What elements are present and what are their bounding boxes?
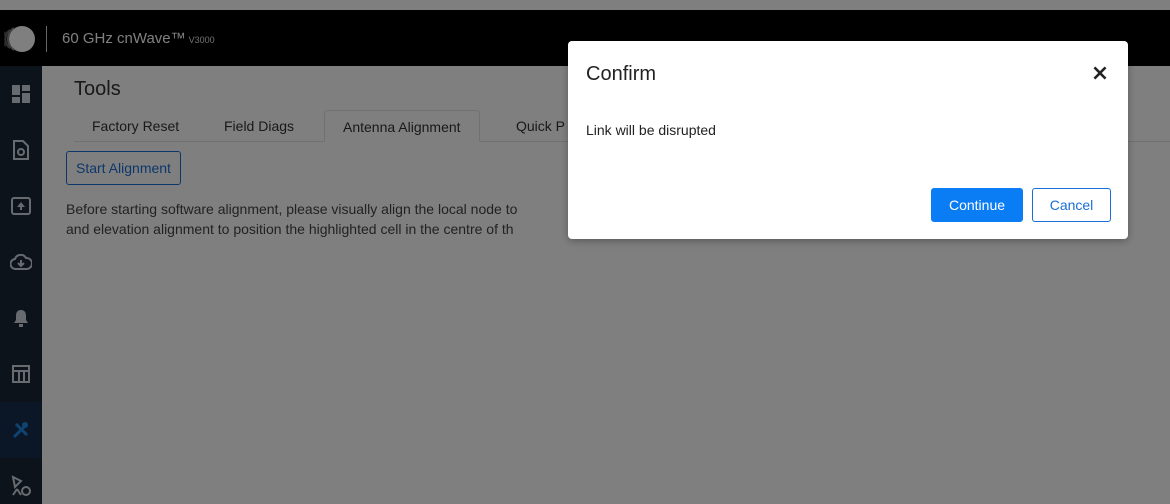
cancel-button[interactable]: Cancel bbox=[1032, 188, 1111, 222]
continue-button[interactable]: Continue bbox=[931, 188, 1023, 222]
dialog-title: Confirm bbox=[586, 63, 657, 85]
confirm-dialog: Confirm × Link will be disrupted Continu… bbox=[568, 41, 1128, 239]
app-frame: 60 GHz cnWave™V3000 bbox=[0, 0, 1170, 504]
dialog-message: Link will be disrupted bbox=[586, 122, 716, 138]
close-icon[interactable]: × bbox=[1087, 61, 1113, 87]
